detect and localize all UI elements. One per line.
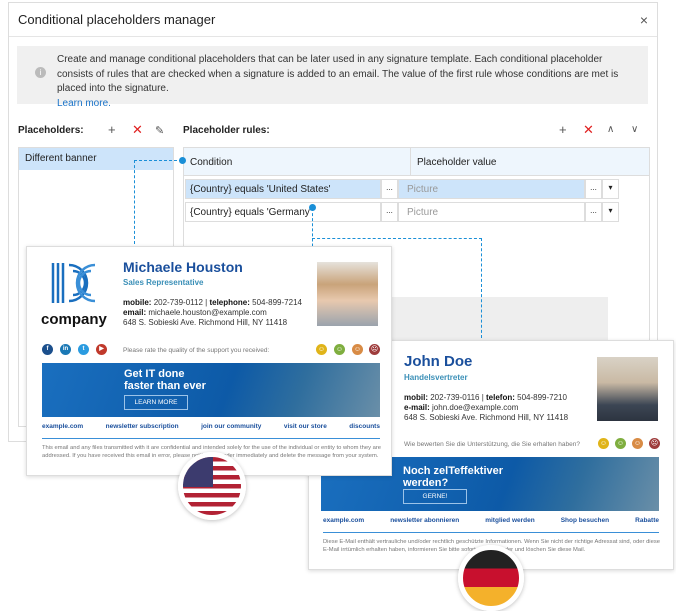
grid-header: Condition Placeholder value bbox=[184, 148, 649, 176]
link[interactable]: join our community bbox=[201, 423, 261, 430]
us-flag-icon bbox=[178, 452, 246, 520]
profile-photo bbox=[597, 357, 658, 421]
link[interactable]: example.com bbox=[42, 423, 83, 430]
learn-more-link[interactable]: Learn more. bbox=[57, 97, 638, 112]
rating-good-icon[interactable]: ☺ bbox=[334, 344, 345, 355]
connector-line bbox=[134, 160, 182, 244]
banner-text: Noch zelTeffektiver werden? bbox=[403, 465, 504, 489]
move-up-icon[interactable]: ∧ bbox=[607, 124, 614, 135]
link[interactable]: newsletter abonnieren bbox=[390, 517, 459, 524]
connector-dot bbox=[309, 204, 316, 211]
company-logo-icon bbox=[51, 263, 96, 303]
column-condition[interactable]: Condition bbox=[184, 148, 411, 175]
connector-dot bbox=[179, 157, 186, 164]
rating-sad-icon[interactable]: ☹ bbox=[369, 344, 380, 355]
banner-button[interactable]: LEARN MORE bbox=[124, 395, 188, 410]
rating-prompt: Wie bewerten Sie die Unterstützung, die … bbox=[404, 441, 580, 448]
column-placeholder-value[interactable]: Placeholder value bbox=[411, 148, 503, 175]
delete-placeholder-icon[interactable]: ✕ bbox=[132, 122, 143, 138]
value-edit-button[interactable]: ... bbox=[585, 179, 602, 199]
banner-button[interactable]: GERNE! bbox=[403, 489, 467, 504]
twitter-icon[interactable]: t bbox=[78, 344, 89, 355]
link[interactable]: newsletter subscription bbox=[106, 423, 179, 430]
link[interactable]: discounts bbox=[349, 423, 380, 430]
rating-prompt: Please rate the quality of the support y… bbox=[123, 347, 270, 354]
signature-contact: mobile: 202-739-0112 | telephone: 504-89… bbox=[123, 298, 302, 327]
link[interactable]: visit our store bbox=[284, 423, 327, 430]
dropdown-icon[interactable]: ▾ bbox=[602, 202, 619, 222]
youtube-icon[interactable]: ▶ bbox=[96, 344, 107, 355]
link[interactable]: example.com bbox=[323, 517, 364, 524]
promo-banner: Get IT done faster than ever LEARN MORE bbox=[42, 363, 380, 417]
rating-neutral-icon[interactable]: ☺ bbox=[632, 438, 643, 449]
rule-row[interactable]: {Country} equals 'United States' ... Pic… bbox=[185, 179, 649, 199]
company-logo-text: company bbox=[41, 311, 107, 328]
rules-label: Placeholder rules: bbox=[183, 125, 270, 136]
signature-links: example.com newsletter subscription join… bbox=[42, 423, 380, 439]
facebook-icon[interactable]: f bbox=[42, 344, 53, 355]
add-rule-icon[interactable]: + bbox=[559, 122, 567, 137]
linkedin-icon[interactable]: in bbox=[60, 344, 71, 355]
info-icon: i bbox=[35, 67, 46, 78]
link[interactable]: mitglied werden bbox=[485, 517, 534, 524]
placeholders-label: Placeholders: bbox=[18, 125, 84, 136]
germany-flag-icon bbox=[458, 545, 524, 611]
rating-neutral-icon[interactable]: ☺ bbox=[352, 344, 363, 355]
value-edit-button[interactable]: ... bbox=[585, 202, 602, 222]
dropdown-icon[interactable]: ▾ bbox=[602, 179, 619, 199]
move-down-icon[interactable]: ∨ bbox=[631, 124, 638, 135]
info-box: i Create and manage conditional placehol… bbox=[17, 46, 648, 109]
link[interactable]: Rabatte bbox=[635, 517, 659, 524]
signature-contact: mobil: 202-739-0116 | telefon: 504-899-7… bbox=[404, 393, 569, 422]
link[interactable]: Shop besuchen bbox=[561, 517, 609, 524]
info-text: Create and manage conditional placeholde… bbox=[57, 54, 619, 94]
banner-text: Get IT done faster than ever bbox=[124, 368, 206, 392]
signature-role: Handelsvertreter bbox=[404, 373, 468, 382]
rating-happy-icon[interactable]: ☺ bbox=[316, 344, 327, 355]
delete-rule-icon[interactable]: ✕ bbox=[583, 122, 594, 138]
condition-edit-button[interactable]: ... bbox=[381, 179, 398, 199]
us-signature-card: company Michaele Houston Sales Represent… bbox=[26, 246, 392, 476]
profile-photo bbox=[317, 262, 378, 326]
rating-good-icon[interactable]: ☺ bbox=[615, 438, 626, 449]
dialog-title: Conditional placeholders manager bbox=[18, 12, 216, 27]
signature-links: example.com newsletter abonnieren mitgli… bbox=[323, 517, 659, 533]
rating-happy-icon[interactable]: ☺ bbox=[598, 438, 609, 449]
signature-name: John Doe bbox=[404, 353, 473, 370]
add-placeholder-icon[interactable]: + bbox=[108, 122, 116, 137]
close-icon[interactable]: × bbox=[640, 12, 648, 28]
condition-cell[interactable]: {Country} equals 'United States' bbox=[185, 179, 381, 199]
signature-role: Sales Representative bbox=[123, 278, 204, 287]
edit-placeholder-icon[interactable]: ✎ bbox=[155, 124, 164, 137]
dialog-header: Conditional placeholders manager × bbox=[9, 3, 657, 37]
value-cell[interactable]: Picture bbox=[398, 179, 585, 199]
rating-sad-icon[interactable]: ☹ bbox=[649, 438, 660, 449]
signature-name: Michaele Houston bbox=[123, 259, 243, 275]
us-flag-canton bbox=[183, 457, 213, 487]
